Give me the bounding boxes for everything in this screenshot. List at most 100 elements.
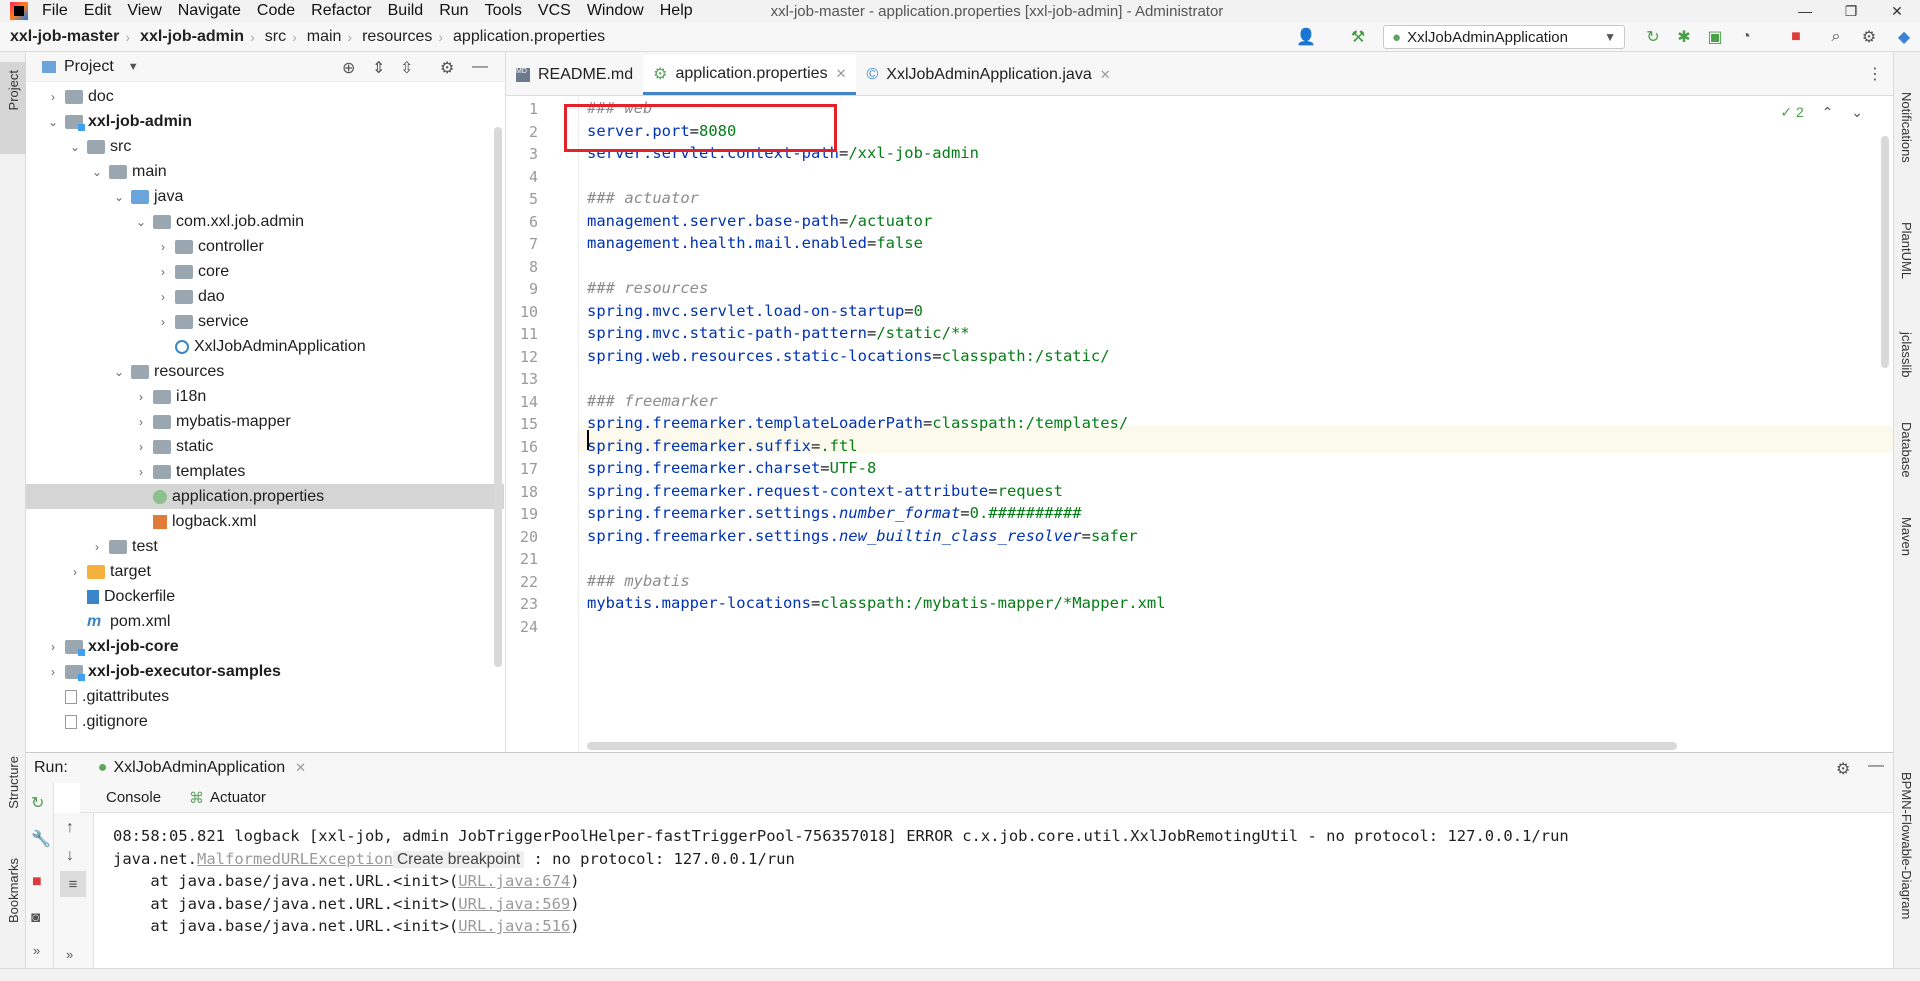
tree-item[interactable]: › doc [26,84,504,109]
debug-icon[interactable]: ✱ [1674,27,1694,47]
structure-tool-label[interactable]: Structure [6,756,21,809]
tree-item[interactable]: ⌄ main [26,159,504,184]
run-config-tab[interactable]: XxlJobAdminApplication [113,759,285,777]
chevron-right-icon[interactable]: › [134,415,148,429]
console-link[interactable]: URL.java:569 [458,895,570,913]
stop-icon[interactable]: ■ [32,873,42,891]
tree-item[interactable]: › target [26,559,504,584]
editor-vertical-scrollbar[interactable] [1881,136,1889,368]
tree-item[interactable]: › templates [26,459,504,484]
locate-icon[interactable]: ⊕ [342,58,355,78]
menu-code[interactable]: Code [249,2,303,20]
tree-item[interactable]: logback.xml [26,509,504,534]
minimize-icon[interactable]: — [1782,0,1828,22]
chevron-right-icon[interactable]: › [134,390,148,404]
breadcrumb-src[interactable]: src [255,28,292,46]
breadcrumb-resources[interactable]: resources [352,28,438,46]
chevron-right-icon[interactable]: › [46,90,60,104]
menu-run[interactable]: Run [431,2,476,20]
tab-readme[interactable]: MD README.md [506,55,643,95]
tree-item[interactable]: .gitattributes [26,684,504,709]
tree-item[interactable]: › controller [26,234,504,259]
chevron-right-icon[interactable]: › [156,240,170,254]
chevron-right-icon[interactable]: › [156,315,170,329]
build-hammer-icon[interactable]: ⚒ [1348,27,1368,47]
bpmn-tool-label[interactable]: BPMN-Flowable-Diagram [1899,772,1914,919]
scroll-up-icon[interactable]: ↑ [66,819,74,837]
stop-icon[interactable]: ■ [1786,27,1806,47]
tree-item[interactable]: › test [26,534,504,559]
chevron-down-icon[interactable]: ⌄ [112,365,126,379]
jclasslib-tool-label[interactable]: jclasslib [1899,332,1914,378]
rerun-icon[interactable]: ↻ [1643,27,1663,47]
menu-file[interactable]: File [34,2,76,20]
database-tool-label[interactable]: Database [1899,422,1914,478]
create-breakpoint-hint[interactable]: Create breakpoint [392,850,525,868]
close-tab-icon[interactable]: ✕ [836,66,847,82]
project-tool-button[interactable]: Project [0,62,26,154]
tab-application-properties[interactable]: ⚙ application.properties ✕ [643,55,857,95]
console-tab[interactable]: Console [106,789,161,806]
tree-item[interactable]: Dockerfile [26,584,504,609]
maven-tool-label[interactable]: Maven [1899,517,1914,556]
hide-run-panel-icon[interactable]: — [1868,757,1884,775]
project-panel-title[interactable]: Project [64,58,114,76]
chevron-down-icon[interactable]: ⌄ [134,215,148,229]
chevron-right-icon[interactable]: › [46,665,60,679]
tree-item[interactable]: › mybatis-mapper [26,409,504,434]
chevron-down-icon[interactable]: ⌄ [68,140,82,154]
restore-icon[interactable]: ❐ [1828,0,1874,22]
tree-item[interactable]: application.properties [26,484,504,509]
chevron-right-icon[interactable]: › [134,465,148,479]
tree-item[interactable]: › xxl-job-core [26,634,504,659]
settings-gear-icon[interactable]: ⚙ [1859,27,1879,47]
chevron-right-icon[interactable]: › [46,640,60,654]
close-tab-icon[interactable]: ✕ [1100,67,1111,83]
breadcrumb-main[interactable]: main [297,28,348,46]
chevron-down-icon[interactable]: ⌄ [46,115,60,129]
search-icon[interactable]: ⌕ [1826,27,1846,47]
menu-refactor[interactable]: Refactor [303,2,379,20]
tree-item[interactable]: ⌄ resources [26,359,504,384]
editor-horizontal-scrollbar[interactable] [587,742,1677,750]
close-icon[interactable]: ✕ [1874,0,1920,22]
console-link[interactable]: URL.java:516 [458,917,570,935]
actuator-tab[interactable]: Actuator [210,789,266,806]
tree-item[interactable]: › core [26,259,504,284]
tree-item[interactable]: › dao [26,284,504,309]
menu-help[interactable]: Help [652,2,701,20]
chevron-down-icon[interactable]: ⌄ [112,190,126,204]
expand-all-icon[interactable]: ⇕ [372,58,385,78]
chevron-right-icon[interactable]: › [156,290,170,304]
chevron-down-icon[interactable]: ▼ [128,61,139,73]
scroll-down-icon[interactable]: ↓ [66,847,74,865]
more-icon[interactable]: » [66,947,73,962]
tree-item[interactable]: ⌄ com.xxl.job.admin [26,209,504,234]
camera-icon[interactable]: ◙ [31,909,40,926]
console-link[interactable]: URL.java:674 [458,872,570,890]
chevron-down-icon[interactable]: ⌄ [90,165,104,179]
tree-item[interactable]: m pom.xml [26,609,504,634]
inspection-widget[interactable]: ✓ 2 ⌃ ⌄ [1780,104,1863,121]
plantuml-tool-label[interactable]: PlantUML [1899,222,1914,279]
coverage-icon[interactable]: ▣ [1705,27,1725,47]
close-run-tab-icon[interactable]: ✕ [295,760,306,776]
breadcrumb-file[interactable]: application.properties [443,28,611,46]
menu-tools[interactable]: Tools [477,2,530,20]
wrench-icon[interactable]: 🔧 [31,829,51,849]
console-link[interactable]: MalformedURLException [197,850,393,868]
soft-wrap-icon[interactable]: ≡ [60,871,86,897]
previous-highlight-icon[interactable]: ⌃ [1822,104,1834,120]
code-editor[interactable]: ### web server.port=8080 server.servlet.co… [579,96,1893,752]
menu-build[interactable]: Build [380,2,432,20]
menu-view[interactable]: View [119,2,169,20]
chevron-right-icon[interactable]: › [90,540,104,554]
tree-item[interactable]: .gitignore [26,709,504,734]
more-tabs-icon[interactable]: ⋮ [1867,64,1883,84]
options-gear-icon[interactable]: ⚙ [440,58,454,78]
toolbox-icon[interactable]: ◆ [1894,27,1914,47]
chevron-right-icon[interactable]: › [68,565,82,579]
run-configuration-select[interactable]: ● XxlJobAdminApplication ▼ [1383,25,1625,49]
menu-navigate[interactable]: Navigate [170,2,249,20]
tree-item[interactable]: ⌄ java [26,184,504,209]
